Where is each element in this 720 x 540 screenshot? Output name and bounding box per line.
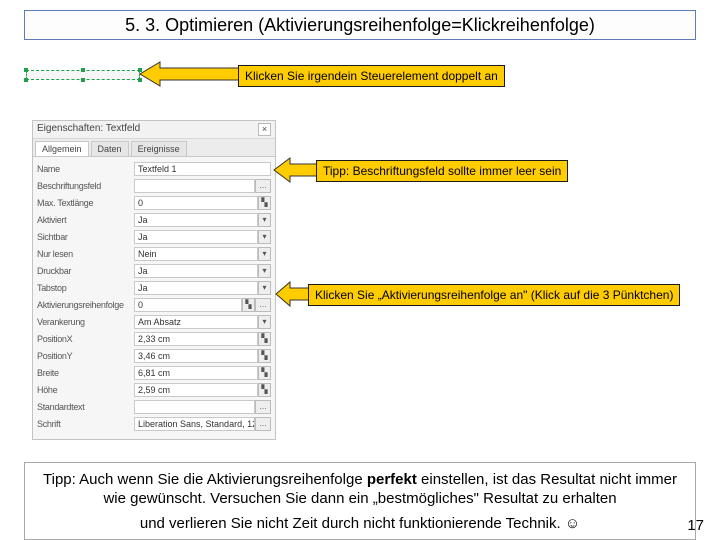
property-row: Nur lesenNein▾ [37,246,271,262]
property-value[interactable]: 6,81 cm [134,366,258,380]
property-label: PositionX [37,334,131,344]
spinner-icon[interactable]: ▚ [258,332,271,346]
property-row: PositionX2,33 cm▚ [37,331,271,347]
property-row: VerankerungAm Absatz▾ [37,314,271,330]
ellipsis-button[interactable]: … [255,298,271,312]
property-value[interactable]: Textfeld 1 [134,162,271,176]
property-label: Breite [37,368,131,378]
property-value[interactable]: Liberation Sans, Standard, 12 [134,417,255,431]
property-label: Tabstop [37,283,131,293]
property-value[interactable]: Ja [134,213,258,227]
callout-taborder: Klicken Sie „Aktivierungsreihenfolge an"… [308,284,680,306]
chevron-down-icon[interactable]: ▾ [258,315,271,329]
property-row: TabstopJa▾ [37,280,271,296]
property-row: SchriftLiberation Sans, Standard, 12… [37,416,271,432]
spinner-icon[interactable]: ▚ [258,366,271,380]
property-row: SichtbarJa▾ [37,229,271,245]
property-label: Beschriftungsfeld [37,181,131,191]
property-label: PositionY [37,351,131,361]
page-number: 17 [687,517,704,534]
property-row: Beschriftungsfeld … [37,178,271,194]
property-value[interactable]: Ja [134,281,258,295]
property-label: Name [37,164,131,174]
tab-allgemein[interactable]: Allgemein [35,141,89,156]
property-row: PositionY3,46 cm▚ [37,348,271,364]
callout-label-empty: Tipp: Beschriftungsfeld sollte immer lee… [316,160,568,182]
property-value[interactable] [134,179,255,193]
property-label: Nur lesen [37,249,131,259]
property-row: Breite6,81 cm▚ [37,365,271,381]
property-value[interactable]: 3,46 cm [134,349,258,363]
property-row: DruckbarJa▾ [37,263,271,279]
tip-box: Tipp: Auch wenn Sie die Aktivierungsreih… [24,462,696,540]
callout-doubleclick: Klicken Sie irgendein Steuerelement dopp… [238,65,505,87]
property-label: Standardtext [37,402,131,412]
panel-tabs: Allgemein Daten Ereignisse [33,139,275,157]
spinner-icon[interactable]: ▚ [258,349,271,363]
property-value[interactable]: Am Absatz [134,315,258,329]
ellipsis-button[interactable]: … [255,179,271,193]
property-row: NameTextfeld 1 [37,161,271,177]
property-value[interactable]: 0 [134,298,242,312]
close-icon[interactable]: × [258,123,271,136]
property-value[interactable]: Nein [134,247,258,261]
property-row: Aktivierungsreihenfolge0▚… [37,297,271,313]
property-label: Max. Textlänge [37,198,131,208]
property-value[interactable]: 2,59 cm [134,383,258,397]
property-row: Max. Textlänge0▚ [37,195,271,211]
chevron-down-icon[interactable]: ▾ [258,264,271,278]
arrow-to-label-field [274,158,318,182]
property-value[interactable]: Ja [134,264,258,278]
chevron-down-icon[interactable]: ▾ [258,213,271,227]
arrow-to-taborder [276,282,310,306]
property-label: Sichtbar [37,232,131,242]
properties-panel: Eigenschaften: Textfeld × Allgemein Date… [32,120,276,440]
slide-title: 5. 3. Optimieren (Aktivierungsreihenfolg… [24,10,696,40]
property-value[interactable]: Ja [134,230,258,244]
form-control-preview [26,70,140,94]
spinner-icon[interactable]: ▚ [258,196,271,210]
panel-title: Eigenschaften: Textfeld × [33,121,275,139]
property-value[interactable]: 2,33 cm [134,332,258,346]
spinner-icon[interactable]: ▚ [242,298,255,312]
property-label: Aktivierungsreihenfolge [37,300,131,310]
property-label: Schrift [37,419,131,429]
property-value[interactable]: 0 [134,196,258,210]
chevron-down-icon[interactable]: ▾ [258,281,271,295]
property-label: Druckbar [37,266,131,276]
tab-ereignisse[interactable]: Ereignisse [131,141,187,156]
panel-title-text: Eigenschaften: Textfeld [37,123,140,136]
spinner-icon[interactable]: ▚ [258,383,271,397]
tip-line2: und verlieren Sie nicht Zeit durch nicht… [39,515,681,534]
property-label: Aktiviert [37,215,131,225]
tip-line1: Tipp: Auch wenn Sie die Aktivierungsreih… [39,471,681,509]
property-row: Höhe2,59 cm▚ [37,382,271,398]
chevron-down-icon[interactable]: ▾ [258,230,271,244]
chevron-down-icon[interactable]: ▾ [258,247,271,261]
ellipsis-button[interactable]: … [255,400,271,414]
property-row: AktiviertJa▾ [37,212,271,228]
property-rows: NameTextfeld 1Beschriftungsfeld…Max. Tex… [33,157,275,439]
tab-daten[interactable]: Daten [91,141,129,156]
property-row: Standardtext … [37,399,271,415]
ellipsis-button[interactable]: … [255,417,271,431]
property-label: Verankerung [37,317,131,327]
property-label: Höhe [37,385,131,395]
arrow-to-control [140,62,240,86]
property-value[interactable] [134,400,255,414]
